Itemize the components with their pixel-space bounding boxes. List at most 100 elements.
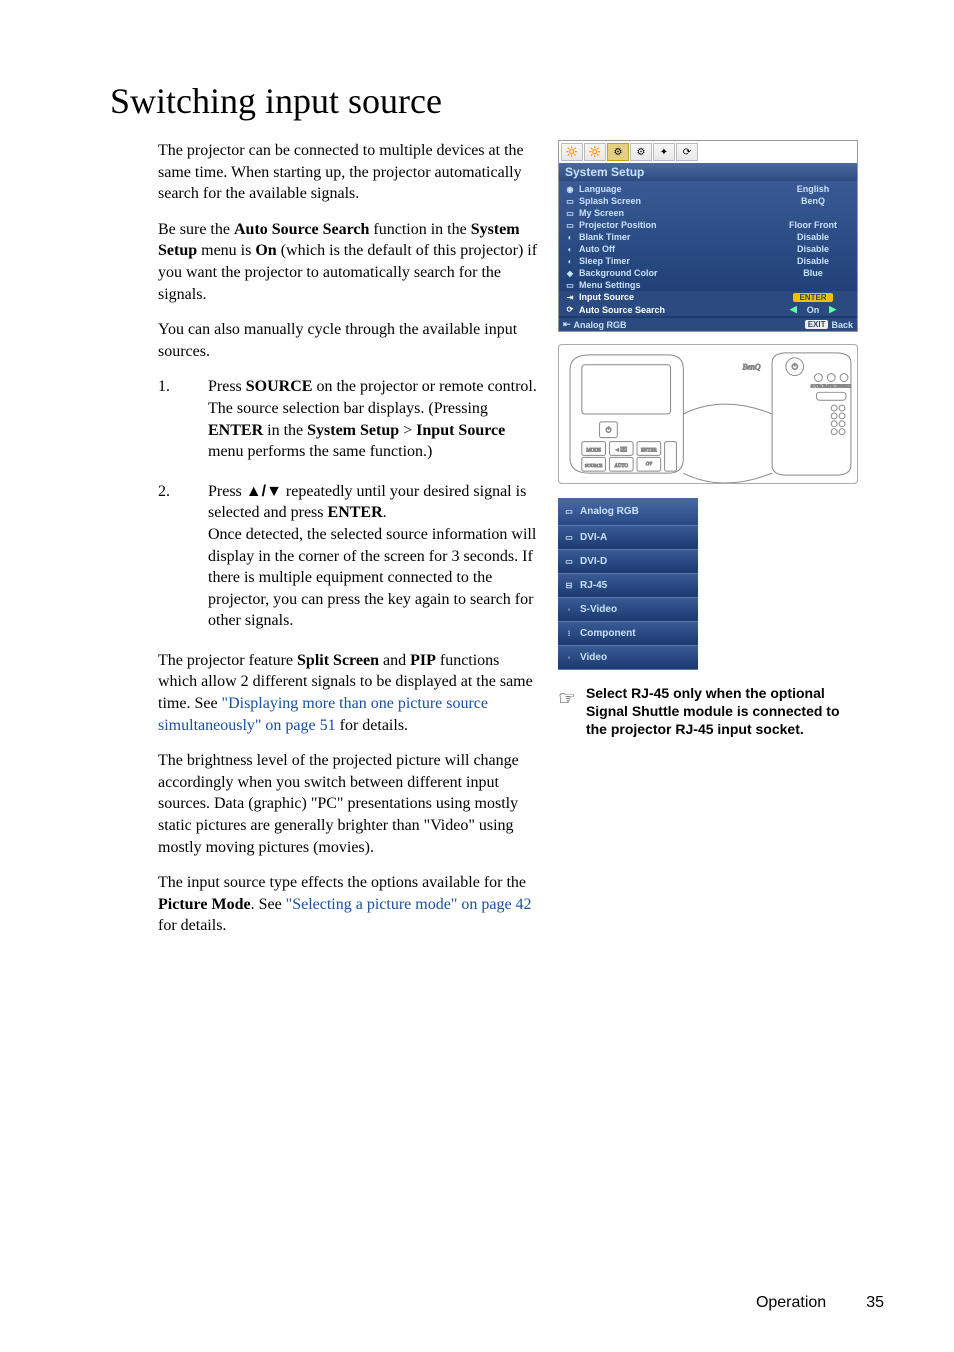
text: menu performs the same function.) xyxy=(208,443,432,460)
source-icon: ⇥ xyxy=(563,293,577,302)
source-item: ▭ DVI-A xyxy=(558,526,698,550)
text: Be sure the xyxy=(158,221,234,238)
timer-icon: ◐ xyxy=(563,257,577,266)
color-icon: ◆ xyxy=(563,269,577,278)
osd-value: Disable xyxy=(773,232,853,242)
osd-label: My Screen xyxy=(577,208,773,218)
source-item-selected: ▭Analog RGB xyxy=(558,498,698,526)
step-2: 2. Press ▲/▼ repeatedly until your desir… xyxy=(158,481,540,632)
svg-text:AUTO: AUTO xyxy=(614,464,628,469)
osd-tab-icon: ⚙ xyxy=(607,143,629,161)
svg-text:⌂▾: ⌂▾ xyxy=(646,461,653,467)
osd-footer: ⇤Analog RGB EXIT Back xyxy=(559,318,857,331)
text: menu is xyxy=(197,242,255,259)
source-item: ◦Video xyxy=(558,646,698,670)
osd-value: BenQ xyxy=(773,196,853,206)
osd-row: ◐Blank TimerDisable xyxy=(559,231,857,243)
arrow-icons: ▲/▼ xyxy=(246,483,282,500)
osd-row: ▭My Screen xyxy=(559,207,857,219)
svg-text:MODE: MODE xyxy=(586,448,600,453)
svg-text:BenQ: BenQ xyxy=(743,363,761,372)
text: > xyxy=(399,422,416,439)
intro-p1: The projector can be connected to multip… xyxy=(158,140,540,205)
info-note: ☞ Select RJ-45 only when the optional Si… xyxy=(558,684,858,739)
source-selection-list: ▭Analog RGB ▭ DVI-A ▭ DVI-D ⊟ RJ-45 ◦ S-Vide… xyxy=(558,498,698,670)
osd-tab-bar: 🔆 🔆 ⚙ ⚙ ✦ ⟳ xyxy=(559,141,857,163)
step-number: 1. xyxy=(158,376,208,462)
screen-icon: ▭ xyxy=(563,209,577,218)
vga-icon: ▭ xyxy=(562,507,576,517)
bold-text: Picture Mode xyxy=(158,896,251,913)
osd-tab-icon: ⚙ xyxy=(630,143,652,161)
screen-icon: ▭ xyxy=(563,197,577,206)
bold-text: SOURCE xyxy=(246,378,313,395)
text: Press xyxy=(208,483,246,500)
picture-mode-p: The input source type effects the option… xyxy=(158,872,540,937)
intro-p2: Be sure the Auto Source Search function … xyxy=(158,219,540,305)
bold-text: On xyxy=(255,242,276,259)
bold-text: ENTER xyxy=(328,504,383,521)
osd-row: ▭Splash ScreenBenQ xyxy=(559,195,857,207)
dvi-icon: ▭ xyxy=(562,557,576,567)
dvi-icon: ▭ xyxy=(562,533,576,543)
keypad-diagram: ⏻ MODE SOURCE ◂ ⌧ AUTO ENTER ⌂▾ ⏻ SOURCE xyxy=(558,344,858,484)
osd-value: English xyxy=(773,184,853,194)
osd-label: Auto Source Search xyxy=(577,305,773,315)
text: The input source type effects the option… xyxy=(158,874,526,891)
osd-label: Blank Timer xyxy=(577,232,773,242)
text: The projector feature xyxy=(158,652,297,669)
search-icon: ⟳ xyxy=(563,305,577,314)
source-label: DVI-D xyxy=(580,556,607,567)
projector-icon: ▭ xyxy=(563,221,577,230)
text: for details. xyxy=(158,917,226,934)
osd-row-highlight: ⟳ Auto Source Search ◀ On ▶ xyxy=(559,303,857,316)
source-label: DVI-A xyxy=(580,532,607,543)
text: for details. xyxy=(336,717,408,734)
exit-badge: EXIT xyxy=(805,320,829,329)
figure-column: 🔆 🔆 ⚙ ⚙ ✦ ⟳ System Setup ◉LanguageEnglis… xyxy=(558,140,858,951)
bold-text: System Setup xyxy=(307,422,399,439)
intro-p3: You can also manually cycle through the … xyxy=(158,319,540,362)
osd-row: ◐Sleep TimerDisable xyxy=(559,255,857,267)
text: . See xyxy=(251,896,286,913)
source-label: RJ-45 xyxy=(580,580,607,591)
bold-text: Input Source xyxy=(416,422,505,439)
osd-row: ▭Menu Settings xyxy=(559,279,857,291)
osd-value: On xyxy=(807,305,820,315)
osd-tab-icon: ✦ xyxy=(653,143,675,161)
section-name: Operation xyxy=(756,1294,826,1311)
bold-text: PIP xyxy=(410,652,436,669)
step-1: 1. Press SOURCE on the projector or remo… xyxy=(158,376,540,462)
bold-text: Split Screen xyxy=(297,652,379,669)
cross-ref-link[interactable]: "Selecting a picture mode" on page 42 xyxy=(286,896,532,913)
osd-menu-screenshot: 🔆 🔆 ⚙ ⚙ ✦ ⟳ System Setup ◉LanguageEnglis… xyxy=(558,140,858,332)
text: . xyxy=(383,504,387,521)
menu-icon: ▭ xyxy=(563,281,577,290)
osd-value: Disable xyxy=(773,256,853,266)
text: and xyxy=(379,652,410,669)
body-column: The projector can be connected to multip… xyxy=(110,140,540,951)
osd-value: Floor Front xyxy=(773,220,853,230)
osd-label: Language xyxy=(577,184,773,194)
svg-text:⏻: ⏻ xyxy=(606,427,612,435)
globe-icon: ◉ xyxy=(563,185,577,194)
page-footer: Operation35 xyxy=(756,1294,884,1312)
text: in the xyxy=(263,422,307,439)
source-label: S-Video xyxy=(580,604,617,615)
brightness-p: The brightness level of the projected pi… xyxy=(158,750,540,858)
svg-text:⏻: ⏻ xyxy=(792,363,799,372)
note-icon: ☞ xyxy=(558,684,576,739)
back-label: Back xyxy=(831,320,853,330)
osd-label: Background Color xyxy=(577,268,773,278)
osd-label: Auto Off xyxy=(577,244,773,254)
timer-icon: ◐ xyxy=(563,233,577,242)
osd-tab-icon: ⟳ xyxy=(676,143,698,161)
osd-label: Menu Settings xyxy=(577,280,773,290)
step-number: 2. xyxy=(158,481,208,632)
osd-title: System Setup xyxy=(559,163,857,181)
rj45-icon: ⊟ xyxy=(562,581,576,591)
svg-text:◂ ⌧: ◂ ⌧ xyxy=(616,446,627,453)
svg-text:ENTER: ENTER xyxy=(641,448,658,453)
svideo-icon: ◦ xyxy=(562,605,576,615)
osd-label: Sleep Timer xyxy=(577,256,773,266)
